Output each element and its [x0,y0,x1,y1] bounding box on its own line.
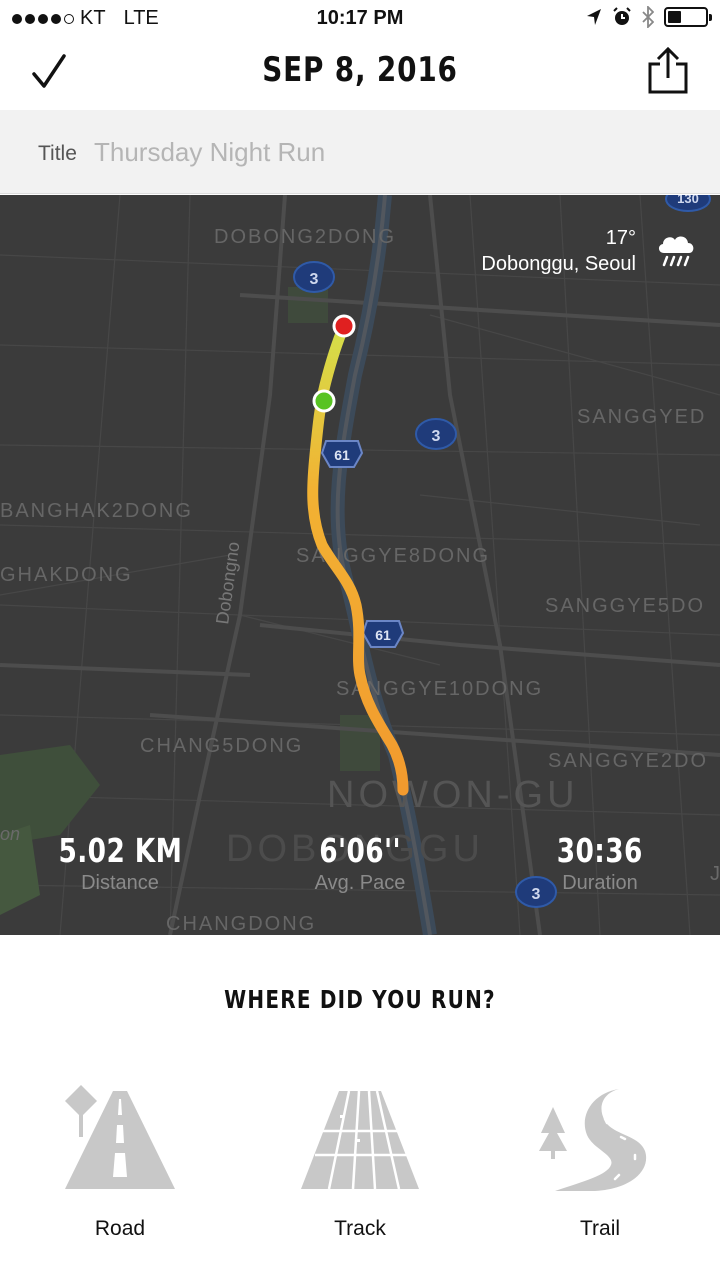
map-label: GHAKDONG [0,564,133,586]
page-title: SEP 8, 2016 [262,50,458,90]
share-button[interactable] [646,46,690,96]
bluetooth-icon [642,6,654,28]
highway-shield: 61 [320,440,364,468]
rain-cloud-icon [658,236,694,267]
map-label: DOBONG2DONG [214,226,396,248]
surface-option-track[interactable]: Track [240,1085,480,1245]
duration-value: 30:36 [556,831,644,870]
route-shield: 3 [415,418,457,450]
location-arrow-icon [587,9,601,25]
svg-text:61: 61 [375,627,391,643]
trail-icon [539,1089,647,1191]
distance-value: 5.02 KM [58,831,182,870]
run-stats: 5.02 KM Distance 6'06'' Avg. Pace 30:36 … [0,831,720,901]
weather-info: 17° Dobonggu, Seoul [481,225,636,277]
header: SEP 8, 2016 [0,36,720,110]
weather-temperature: 17° [605,227,636,249]
svg-text:3: 3 [432,428,441,445]
track-icon [301,1090,419,1190]
stat-distance: 5.02 KM Distance [0,831,240,895]
map-label: SANGGYED [577,406,706,428]
battery-icon [664,7,712,27]
map-label: SANGGYE5DO [545,595,705,617]
alarm-icon [613,7,631,25]
route-map[interactable]: DOBONG2DONG SANGGYED BANGHAK2DONG GHAKDO… [0,195,720,935]
title-label: Title [38,142,77,165]
stat-duration: 30:36 Duration [480,831,720,895]
route-shield: 130 [665,195,711,212]
svg-text:3: 3 [310,271,319,288]
map-label: CHANG5DONG [140,735,303,757]
surface-option-road[interactable]: Road [0,1085,240,1245]
route-start-marker [312,389,336,413]
map-label: SANGGYE2DO [548,750,708,772]
distance-label: Distance [81,872,159,894]
status-right [586,6,712,28]
share-icon [648,46,688,94]
park-area [288,287,328,323]
duration-label: Duration [562,872,638,894]
surface-label-trail: Trail [579,1217,621,1240]
battery-level [668,11,681,23]
surface-option-trail[interactable]: Trail [480,1085,720,1245]
stat-pace: 6'06'' Avg. Pace [240,831,480,895]
title-input[interactable] [94,132,674,172]
surface-label-road: Road [94,1217,146,1240]
map-label: CHANGDONG [166,913,316,935]
weather-location: Dobonggu, Seoul [481,253,636,275]
status-bar: KT LTE 10:17 PM [0,0,720,36]
route-shield: 3 [293,261,335,293]
highway-shield: 61 [361,620,405,648]
map-label: BANGHAK2DONG [0,500,193,522]
pace-label: Avg. Pace [314,872,406,894]
map-canvas: DOBONG2DONG SANGGYED BANGHAK2DONG GHAKDO… [0,195,720,935]
surface-question: WHERE DID YOU RUN? [224,985,496,1014]
district-label: NOWON-GU [327,774,579,816]
svg-text:130: 130 [677,195,699,206]
title-row: Title [0,110,720,194]
svg-text:61: 61 [334,447,350,463]
surface-label-track: Track [334,1217,386,1240]
road-icon [65,1085,175,1189]
route-end-marker [332,314,356,338]
surface-picker: WHERE DID YOU RUN? Road Track Trail [0,935,720,1280]
pace-value: 6'06'' [319,831,401,870]
